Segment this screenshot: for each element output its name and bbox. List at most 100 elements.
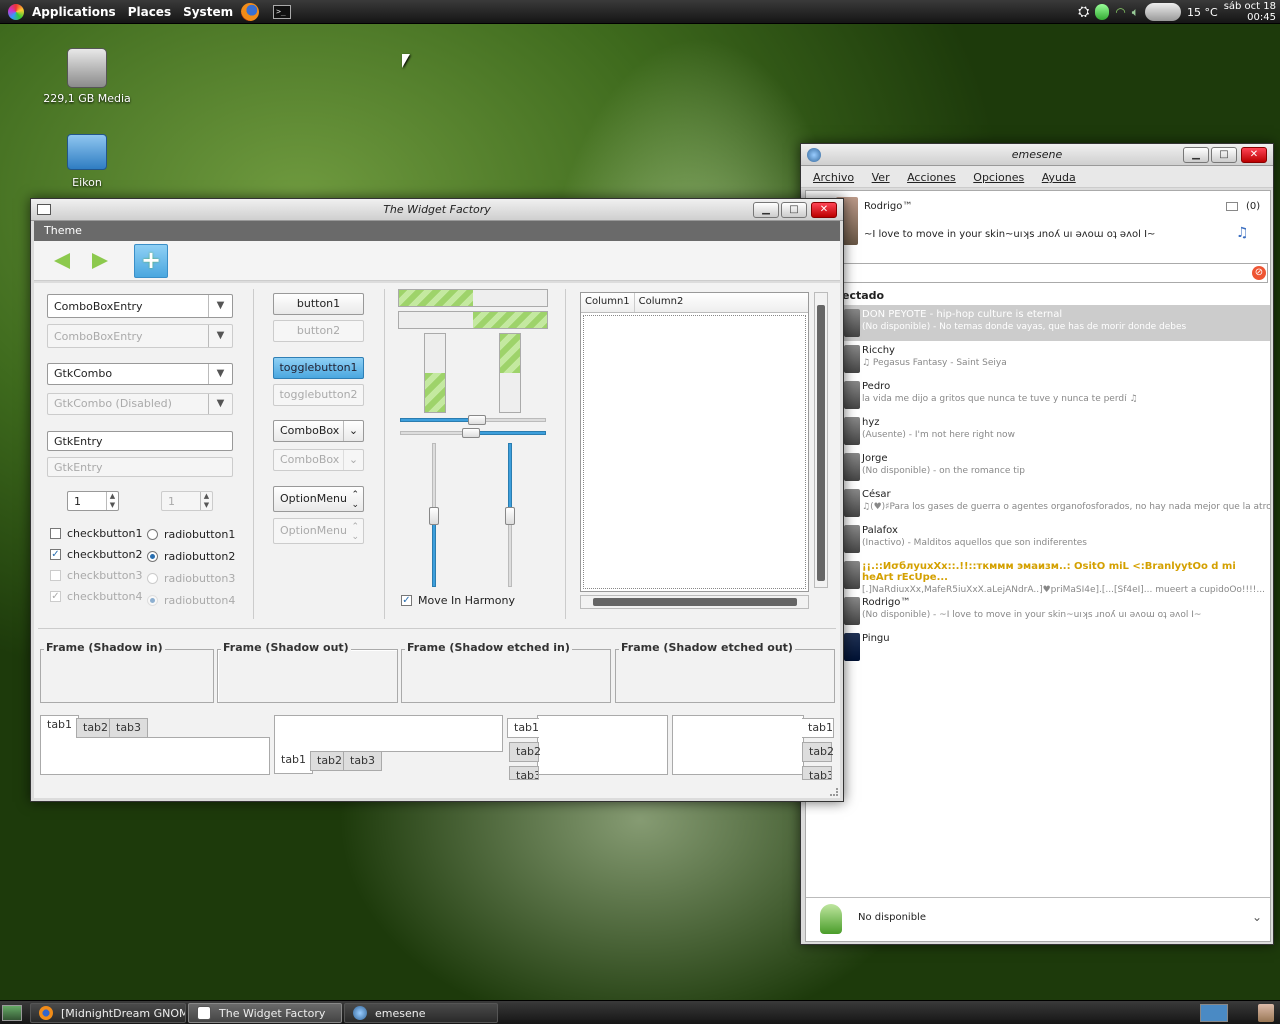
hscale-1-handle[interactable] xyxy=(468,415,486,425)
checkbox-checked[interactable]: ✓ xyxy=(50,549,61,560)
wifi-icon[interactable]: ◠ xyxy=(1115,5,1125,19)
contact-row[interactable]: Ricchy ♫ Pegasus Fantasy - Saint Seiya xyxy=(806,341,1270,377)
radio-selected[interactable] xyxy=(147,551,158,562)
trash-icon[interactable] xyxy=(1258,1004,1274,1022)
clear-search-icon[interactable]: ⊘ xyxy=(1252,266,1266,280)
desktop-icon-eikon[interactable]: Eikon xyxy=(42,134,132,189)
show-desktop-icon[interactable] xyxy=(2,1005,22,1021)
add-button[interactable]: + xyxy=(134,244,168,278)
spin-arrows-icon[interactable]: ▲ ▼ xyxy=(106,492,118,510)
search-input[interactable] xyxy=(842,263,1268,283)
user-name[interactable]: Rodrigo™ xyxy=(864,201,912,212)
tab-2[interactable]: tab2 xyxy=(509,742,541,762)
vscale-1-handle[interactable] xyxy=(429,507,439,525)
system-menu[interactable]: System xyxy=(177,5,239,19)
tab-3[interactable]: tab3 xyxy=(802,766,832,780)
optionmenu[interactable]: OptionMenu ⌃ ⌄ xyxy=(273,486,364,512)
firefox-launcher-icon[interactable] xyxy=(241,2,260,21)
close-button[interactable]: ✕ xyxy=(1241,147,1267,163)
terminal-launcher-icon[interactable]: >_ xyxy=(273,4,292,19)
clock[interactable]: sáb oct 18 00:45 xyxy=(1224,1,1276,23)
tab-1[interactable]: tab1 xyxy=(274,751,314,774)
status-selector[interactable]: No disponible ⌄ xyxy=(806,897,1270,941)
togglebutton1[interactable]: togglebutton1 xyxy=(273,357,364,379)
contact-row[interactable]: César ♫(♥)♯Para los gases de guerra o age… xyxy=(806,485,1270,521)
emesene-titlebar[interactable]: emesene ▁ □ ✕ xyxy=(801,144,1273,166)
scrollbar-thumb[interactable] xyxy=(593,598,797,606)
scrollbar-thumb[interactable] xyxy=(817,305,825,581)
checkbutton1[interactable]: checkbutton1 xyxy=(50,527,143,540)
horizontal-scrollbar[interactable] xyxy=(580,595,809,609)
taskbar-firefox[interactable]: [MidnightDream GNOM... xyxy=(30,1003,186,1023)
contact-row[interactable]: Rodrigo™ (No disponible) - ~I love to mov… xyxy=(806,593,1270,629)
chevron-down-icon[interactable]: ⌄ xyxy=(1252,910,1262,924)
gnome-foot-icon[interactable] xyxy=(8,3,24,20)
radiobutton1[interactable]: radiobutton1 xyxy=(147,528,235,541)
combobox[interactable]: ComboBox ⌄ xyxy=(273,420,364,442)
column-header[interactable]: Column2 xyxy=(635,293,688,312)
chevron-down-icon[interactable]: ▼ xyxy=(208,364,232,384)
menu-opciones[interactable]: Opciones xyxy=(973,171,1024,184)
menu-ver[interactable]: Ver xyxy=(872,171,890,184)
messenger-status-icon[interactable] xyxy=(1095,4,1110,20)
applications-menu[interactable]: Applications xyxy=(26,5,122,19)
gtkentry[interactable]: GtkEntry xyxy=(47,431,233,451)
vertical-scrollbar[interactable] xyxy=(814,292,828,588)
contact-row[interactable]: ¡¡.::ИσблуuxXx::.!!::ткммм эмаизм..: Osi… xyxy=(806,557,1270,595)
checkbox[interactable] xyxy=(50,528,61,539)
forward-arrow-icon[interactable] xyxy=(92,253,108,269)
tab-2[interactable]: tab2 xyxy=(802,742,834,762)
checkbox-checked[interactable]: ✓ xyxy=(401,595,412,606)
desktop-icon-media[interactable]: 229,1 GB Media xyxy=(42,48,132,105)
minimize-button[interactable]: ▁ xyxy=(1183,147,1209,163)
weather-temperature[interactable]: 15 °C xyxy=(1187,6,1218,19)
close-button[interactable]: ✕ xyxy=(811,202,837,218)
contact-row[interactable]: DON PEYOTE - hip-hop culture is eternal(… xyxy=(806,305,1270,341)
resize-grip-icon[interactable] xyxy=(830,788,838,796)
treeview[interactable]: Column1 Column2 xyxy=(580,292,809,592)
maximize-button[interactable]: □ xyxy=(781,202,807,218)
minimize-button[interactable]: ▁ xyxy=(753,202,779,218)
move-in-harmony-check[interactable]: ✓ Move In Harmony xyxy=(401,594,515,607)
maximize-button[interactable]: □ xyxy=(1211,147,1237,163)
button1[interactable]: button1 xyxy=(273,293,364,315)
tab-3[interactable]: tab3 xyxy=(109,718,149,738)
comboboxentry-1[interactable]: ComboBoxEntry ▼ xyxy=(47,294,233,318)
menu-ayuda[interactable]: Ayuda xyxy=(1042,171,1076,184)
menu-archivo[interactable]: Archivo xyxy=(813,171,854,184)
tab-1[interactable]: tab1 xyxy=(802,718,834,738)
contact-row[interactable]: Jorge (No disponible) - on the romance ti… xyxy=(806,449,1270,485)
chevron-down-icon[interactable]: ▼ xyxy=(208,295,232,317)
taskbar-widget-factory[interactable]: The Widget Factory xyxy=(188,1003,342,1023)
hscale-2-handle[interactable] xyxy=(462,428,480,438)
taskbar-emesene[interactable]: emesene xyxy=(344,1003,498,1023)
mail-icon[interactable] xyxy=(1226,202,1238,211)
radiobutton2[interactable]: radiobutton2 xyxy=(147,550,235,563)
radio[interactable] xyxy=(147,529,158,540)
music-note-icon[interactable]: ♫ xyxy=(1236,225,1249,241)
menu-acciones[interactable]: Acciones xyxy=(907,171,956,184)
contact-row[interactable]: Pedro la vida me dijo a gritos que nunca … xyxy=(806,377,1270,413)
wf-titlebar[interactable]: The Widget Factory ▁ □ ✕ xyxy=(31,199,843,221)
volume-icon[interactable]: 🔈︎ xyxy=(1132,5,1139,20)
gtkcombo[interactable]: GtkCombo ▼ xyxy=(47,363,233,385)
contact-row[interactable]: Pingu xyxy=(806,629,1270,665)
menu-theme[interactable]: Theme xyxy=(44,224,82,237)
contact-group-header[interactable]: ectado xyxy=(842,289,884,302)
workspace-switcher[interactable] xyxy=(1200,1004,1228,1022)
personal-message[interactable]: ~I love to move in your skin~uıʞs ɹnoʎ u… xyxy=(864,229,1155,240)
vscale-2-handle[interactable] xyxy=(505,507,515,525)
checkbutton2[interactable]: ✓ checkbutton2 xyxy=(50,548,143,561)
weather-cloud-icon[interactable] xyxy=(1145,3,1181,21)
contact-row[interactable]: Palafox (Inactivo) - Malditos aquellos qu… xyxy=(806,521,1270,557)
places-menu[interactable]: Places xyxy=(122,5,177,19)
column-header[interactable]: Column1 xyxy=(581,293,635,312)
back-arrow-icon[interactable] xyxy=(54,253,70,269)
tab-1[interactable]: tab1 xyxy=(40,715,80,738)
network-icon[interactable]: ⛭ xyxy=(1078,4,1089,20)
tab-3[interactable]: tab3 xyxy=(343,751,383,771)
spin-button[interactable]: 1 ▲ ▼ xyxy=(67,491,119,511)
contact-row[interactable]: hyz (Ausente) - I'm not here right now xyxy=(806,413,1270,449)
tab-3[interactable]: tab3 xyxy=(509,766,539,780)
tab-1[interactable]: tab1 xyxy=(507,718,539,738)
